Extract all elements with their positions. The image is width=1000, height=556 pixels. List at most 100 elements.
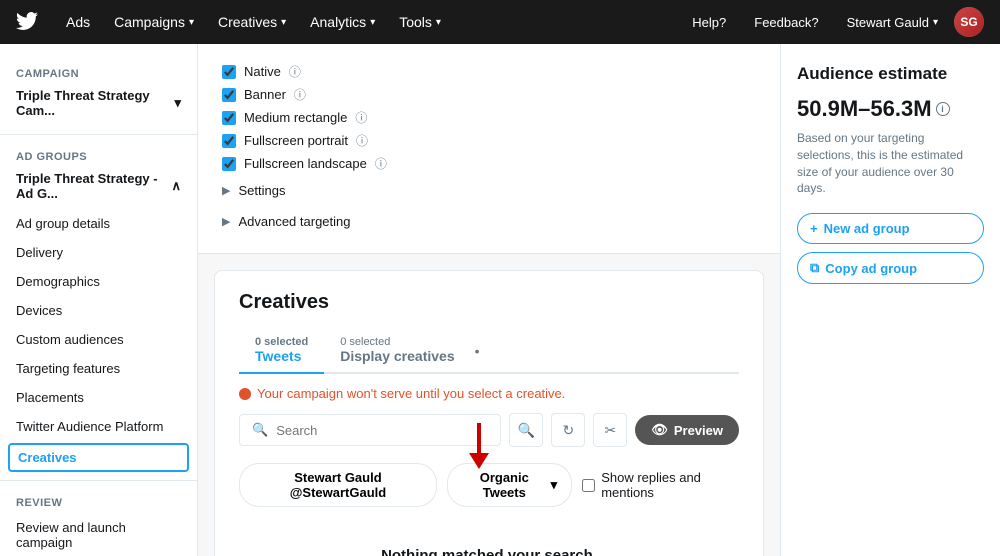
- tweets-tab-label: Tweets: [255, 348, 301, 364]
- refresh-button[interactable]: ↻: [551, 413, 585, 447]
- sidebar-divider-1: [0, 134, 197, 135]
- fullscreen-portrait-info-icon[interactable]: ⓘ: [356, 132, 368, 149]
- audience-actions: + New ad group ⧉ Copy ad group: [797, 213, 984, 284]
- nav-ads-label: Ads: [54, 0, 102, 44]
- placement-fullscreen-landscape-checkbox[interactable]: [222, 157, 236, 171]
- audience-range: 50.9M–56.3M i: [797, 96, 984, 122]
- analytics-chevron: ▾: [370, 17, 375, 28]
- search-submit-button[interactable]: 🔍: [509, 413, 543, 447]
- creative-warning: Your campaign won't serve until you sele…: [239, 386, 739, 401]
- right-panel: Audience estimate 50.9M–56.3M i Based on…: [780, 44, 1000, 556]
- arrow-head: [469, 453, 489, 469]
- show-replies-label[interactable]: Show replies and mentions: [582, 470, 739, 500]
- campaigns-chevron: ▾: [189, 17, 194, 28]
- arrow-shaft: [477, 423, 481, 453]
- red-arrow-annotation: [469, 423, 489, 469]
- plus-icon: +: [810, 221, 818, 236]
- search-box[interactable]: 🔍: [239, 414, 501, 446]
- placement-native[interactable]: Native ⓘ: [222, 60, 756, 83]
- filter-button[interactable]: ✂: [593, 413, 627, 447]
- placement-banner-checkbox[interactable]: [222, 88, 236, 102]
- creatives-title: Creatives: [239, 291, 739, 314]
- warning-dot-icon: [239, 388, 251, 400]
- placement-fullscreen-portrait-checkbox[interactable]: [222, 134, 236, 148]
- filter-tweets-chevron: ▾: [551, 477, 558, 493]
- user-menu[interactable]: Stewart Gauld ▾: [835, 0, 950, 44]
- show-replies-checkbox[interactable]: [582, 479, 595, 492]
- sidebar-divider-2: [0, 480, 197, 481]
- fullscreen-landscape-info-icon[interactable]: ⓘ: [375, 155, 387, 172]
- placement-fullscreen-portrait[interactable]: Fullscreen portrait ⓘ: [222, 129, 756, 152]
- copy-ad-group-button[interactable]: ⧉ Copy ad group: [797, 252, 984, 284]
- audience-description: Based on your targeting selections, this…: [797, 130, 984, 197]
- audience-range-info-icon[interactable]: i: [936, 102, 950, 116]
- nav-analytics[interactable]: Analytics ▾: [298, 0, 387, 44]
- placement-fullscreen-landscape[interactable]: Fullscreen landscape ⓘ: [222, 152, 756, 175]
- sidebar-item-targeting-features[interactable]: Targeting features: [0, 354, 197, 383]
- empty-state: Nothing matched your search. Change your…: [239, 527, 739, 556]
- sidebar-item-custom-audiences[interactable]: Custom audiences: [0, 325, 197, 354]
- sidebar-item-twitter-audience-platform[interactable]: Twitter Audience Platform: [0, 412, 197, 441]
- native-info-icon[interactable]: ⓘ: [289, 63, 301, 80]
- sidebar-item-review-launch[interactable]: Review and launch campaign: [0, 513, 197, 556]
- campaign-name[interactable]: Triple Threat Strategy Cam... ▾: [0, 84, 197, 126]
- sidebar-item-delivery[interactable]: Delivery: [0, 238, 197, 267]
- sidebar-item-demographics[interactable]: Demographics: [0, 267, 197, 296]
- tweets-tab-count: 0 selected: [255, 336, 308, 348]
- adgroups-section-label: AD GROUPS: [0, 143, 197, 167]
- nav-campaigns[interactable]: Campaigns ▾: [102, 0, 206, 44]
- sidebar-item-devices[interactable]: Devices: [0, 296, 197, 325]
- display-creatives-tab-label: Display creatives: [340, 348, 454, 364]
- empty-state-title: Nothing matched your search.: [239, 547, 739, 556]
- audience-estimate-title: Audience estimate: [797, 64, 984, 84]
- tab-more-icon[interactable]: •: [471, 343, 484, 359]
- search-input[interactable]: [276, 423, 488, 438]
- filter-area: Stewart Gauld @StewartGauld Organic Twee…: [239, 463, 739, 507]
- avatar[interactable]: SG: [954, 7, 984, 37]
- placements-section: Native ⓘ Banner ⓘ Medium rectangle ⓘ Ful…: [198, 44, 780, 254]
- adgroup-chevron: ∧: [171, 178, 181, 194]
- tab-tweets[interactable]: 0 selected Tweets: [239, 330, 324, 374]
- feedback-link[interactable]: Feedback?: [742, 0, 830, 44]
- top-navigation: Ads Campaigns ▾ Creatives ▾ Analytics ▾ …: [0, 0, 1000, 44]
- placement-banner[interactable]: Banner ⓘ: [222, 83, 756, 106]
- sidebar: CAMPAIGN Triple Threat Strategy Cam... ▾…: [0, 44, 198, 556]
- user-chevron: ▾: [933, 17, 938, 28]
- preview-button[interactable]: 👁 Preview: [635, 415, 739, 445]
- filter-row: Stewart Gauld @StewartGauld Organic Twee…: [239, 463, 739, 507]
- filter-user-button[interactable]: Stewart Gauld @StewartGauld: [239, 463, 437, 507]
- creatives-chevron: ▾: [281, 17, 286, 28]
- creatives-tabs: 0 selected Tweets 0 selected Display cre…: [239, 330, 739, 374]
- medium-rectangle-info-icon[interactable]: ⓘ: [355, 109, 367, 126]
- nav-tools[interactable]: Tools ▾: [387, 0, 453, 44]
- nav-creatives[interactable]: Creatives ▾: [206, 0, 298, 44]
- advanced-targeting-expand-icon: ▶: [222, 215, 230, 228]
- search-row: 🔍 🔍 ↻ ✂ 👁 Preview: [239, 413, 739, 447]
- settings-row[interactable]: ▶ Settings: [222, 175, 756, 206]
- adgroup-name[interactable]: Triple Threat Strategy - Ad G... ∧: [0, 167, 197, 209]
- sidebar-item-placements[interactable]: Placements: [0, 383, 197, 412]
- campaign-section-label: CAMPAIGN: [0, 60, 197, 84]
- banner-info-icon[interactable]: ⓘ: [294, 86, 306, 103]
- twitter-logo: [16, 10, 38, 35]
- placement-medium-rectangle[interactable]: Medium rectangle ⓘ: [222, 106, 756, 129]
- advanced-targeting-row[interactable]: ▶ Advanced targeting: [222, 206, 756, 237]
- sidebar-item-ad-group-details[interactable]: Ad group details: [0, 209, 197, 238]
- placement-native-checkbox[interactable]: [222, 65, 236, 79]
- topnav-right: Help? Feedback? Stewart Gauld ▾ SG: [680, 0, 984, 44]
- search-icon: 🔍: [252, 422, 268, 438]
- creatives-section: Creatives 0 selected Tweets 0 selected D…: [214, 270, 764, 556]
- filter-tweets-dropdown[interactable]: Organic Tweets ▾: [447, 463, 572, 507]
- campaign-chevron: ▾: [174, 95, 181, 111]
- content-area: Native ⓘ Banner ⓘ Medium rectangle ⓘ Ful…: [198, 44, 780, 556]
- help-link[interactable]: Help?: [680, 0, 738, 44]
- sidebar-item-creatives[interactable]: Creatives: [8, 443, 189, 472]
- settings-expand-icon: ▶: [222, 184, 230, 197]
- copy-icon: ⧉: [810, 260, 819, 276]
- main-layout: CAMPAIGN Triple Threat Strategy Cam... ▾…: [0, 44, 1000, 556]
- placement-medium-rectangle-checkbox[interactable]: [222, 111, 236, 125]
- tools-chevron: ▾: [436, 17, 441, 28]
- display-creatives-tab-count: 0 selected: [340, 336, 454, 348]
- tab-display-creatives[interactable]: 0 selected Display creatives: [324, 330, 470, 372]
- new-ad-group-button[interactable]: + New ad group: [797, 213, 984, 244]
